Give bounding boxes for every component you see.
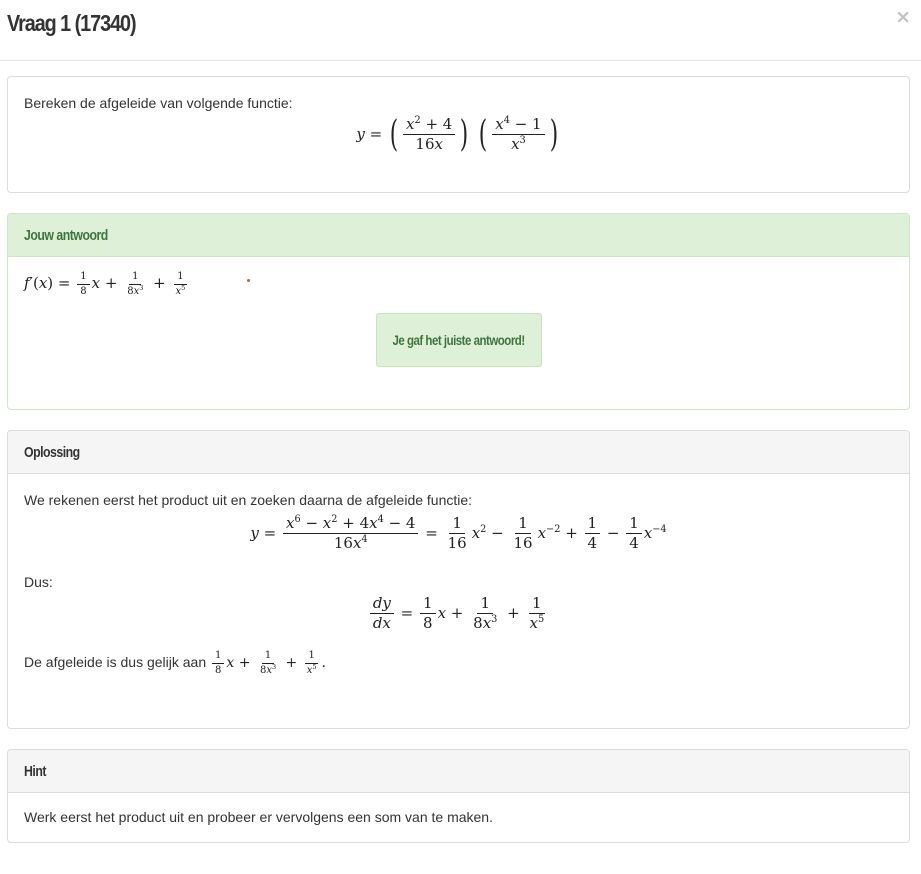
hint-text: Werk eerst het product uit en probeer er… — [24, 809, 493, 825]
solution-dus: Dus: — [24, 573, 53, 590]
solution-derivative: dy dx = 18x + 1 8x3 + 1 x5 — [24, 594, 893, 633]
feedback-text: Je gaf het juiste antwoord! — [392, 332, 526, 348]
answer-heading-label: Jouw antwoord — [24, 226, 108, 244]
question-text: Bereken de afgeleide van volgende functi… — [24, 95, 293, 111]
solution-formula-expanded: y = x6 − x2 + 4x4 − 4 16x4 = 1 16 x2 − 1 16 x… — [250, 514, 667, 553]
red-dot — [247, 279, 250, 282]
solution-intro: We rekenen eerst het product uit en zoek… — [24, 492, 473, 508]
feedback-box: Je gaf het juiste antwoord! — [376, 313, 542, 367]
answer-formula: f′(x) = 18x + 1 8x3 + 1 x5 — [24, 271, 187, 297]
solution-conclusion: De afgeleide is dus gelijk aan 18x + 1 8x… — [24, 650, 893, 676]
answer-heading: Jouw antwoord — [8, 214, 909, 257]
hint-panel: Hint Werk eerst het product uit en probe… — [7, 749, 910, 843]
solution-panel: Oplossing We rekenen eerst het product u… — [7, 430, 910, 729]
hint-heading: Hint — [8, 750, 909, 793]
solution-heading-label: Oplossing — [24, 443, 80, 461]
solution-conclusion-formula: 18x + 1 8x3 + 1 x5. — [210, 650, 326, 676]
question-formula: y = (x2 + 4 16x) (x4 − 1 x3) — [356, 113, 558, 155]
hint-heading-label: Hint — [24, 762, 46, 780]
answer-panel: Jouw antwoord f′(x) = 18x + 1 8x3 + 1 x5 J… — [7, 213, 910, 410]
question-panel: Bereken de afgeleide van volgende functi… — [7, 76, 910, 193]
modal-header: Vraag 1 (17340) × — [0, 0, 921, 61]
solution-conclusion-text: De afgeleide is dus gelijk aan — [24, 654, 207, 670]
solution-heading: Oplossing — [8, 431, 909, 474]
modal-title: Vraag 1 (17340) — [7, 10, 137, 36]
close-icon[interactable]: × — [895, 6, 911, 28]
